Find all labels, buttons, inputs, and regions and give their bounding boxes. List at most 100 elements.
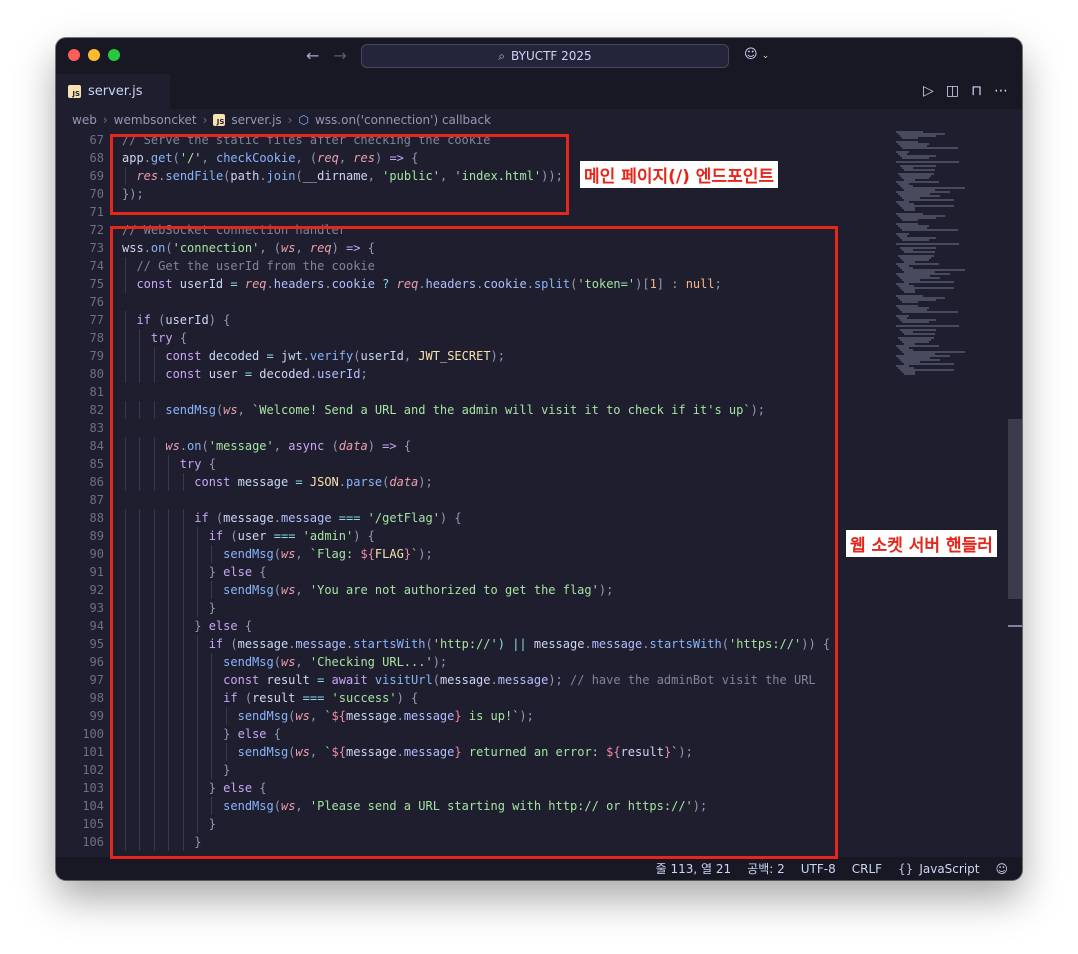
code-line[interactable]: }: [122, 833, 201, 851]
tab-server-js[interactable]: JS server.js: [56, 74, 170, 109]
code-line[interactable]: // WebSocket connection handler: [122, 221, 346, 239]
indent-guide: [153, 437, 155, 455]
code-token: message: [280, 511, 332, 525]
code-line[interactable]: ws.on('message', async (data) => {: [122, 437, 411, 455]
breadcrumb-folder-wembsoncket[interactable]: wembsoncket: [114, 113, 197, 127]
more-actions-icon[interactable]: ⋯: [994, 83, 1008, 99]
scrollbar-thumb[interactable]: [1008, 419, 1022, 599]
code-token: wss: [122, 241, 144, 255]
indent-guide: [125, 635, 126, 653]
code-editor[interactable]: 67 68 69 70 71 72 73 74 75 76 77 78 79 80 81 82 83 84 85 86…: [56, 131, 1022, 857]
code-token: }: [122, 835, 202, 849]
line-number: 97: [89, 673, 104, 687]
code-token: 'http://': [432, 637, 498, 651]
indent-guide: [139, 689, 141, 707]
code-token: ws: [165, 439, 180, 453]
code-line[interactable]: } else {: [122, 617, 252, 635]
minimize-window-button[interactable]: [88, 49, 100, 61]
cursor-position[interactable]: 줄 113, 열 21: [656, 860, 732, 877]
code-token: decoded: [201, 349, 267, 363]
code-line[interactable]: sendMsg(ws, `${message.message} is up!`)…: [122, 707, 534, 725]
back-arrow-icon[interactable]: ←: [306, 46, 319, 65]
code-line[interactable]: });: [122, 185, 144, 203]
code-token: 'public': [382, 169, 440, 183]
code-line[interactable]: }: [122, 761, 230, 779]
code-line[interactable]: } else {: [122, 779, 267, 797]
lock-icon[interactable]: ⊓: [971, 83, 982, 99]
forward-arrow-icon[interactable]: →: [333, 46, 346, 65]
code-line[interactable]: res.sendFile(path.join(__dirname, 'publi…: [122, 167, 562, 185]
code-token: get: [150, 151, 173, 165]
copilot-menu-button[interactable]: ☺ ⌄: [744, 47, 769, 62]
code-token: (: [223, 529, 238, 543]
code-line[interactable]: sendMsg(ws, `Welcome! Send a URL and the…: [122, 401, 765, 419]
indent-guide: [153, 671, 155, 689]
indent-guide: [225, 707, 227, 725]
code-token: );: [432, 655, 448, 669]
indentation-setting[interactable]: 공백: 2: [747, 860, 785, 877]
indent-guide: [182, 761, 184, 779]
breadcrumb-file[interactable]: server.js: [231, 113, 281, 127]
vertical-scrollbar[interactable]: [1008, 131, 1022, 857]
line-number: 89: [89, 529, 104, 543]
indent-guide: [139, 635, 141, 653]
code-line[interactable]: // Get the userId from the cookie: [122, 257, 374, 275]
code-token: , (: [295, 151, 318, 165]
code-line[interactable]: sendMsg(ws, 'Checking URL...');: [122, 653, 447, 671]
language-mode[interactable]: JavaScript: [919, 862, 979, 876]
code-line[interactable]: if (message.message === '/getFlag') {: [122, 509, 461, 527]
indent-guide: [168, 545, 170, 563]
line-number: 83: [89, 421, 104, 435]
code-token: message: [439, 673, 491, 687]
run-icon[interactable]: ▷: [923, 83, 934, 99]
line-number: 73: [89, 241, 104, 255]
code-token: ) {: [208, 313, 231, 327]
code-line[interactable]: sendMsg(ws, `${message.message} returned…: [122, 743, 693, 761]
indent-guide: [125, 257, 126, 275]
command-center-search[interactable]: ⌕ BYUCTF 2025: [361, 44, 729, 68]
code-token: ,: [338, 151, 354, 165]
indent-guide: [197, 797, 198, 815]
code-line[interactable]: wss.on('connection', (ws, req) => {: [122, 239, 375, 257]
code-line[interactable]: const userId = req.headers.cookie ? req.…: [122, 275, 721, 293]
code-line[interactable]: if (result === 'success') {: [122, 689, 418, 707]
code-token: });: [122, 187, 144, 201]
minimap-stroke: [902, 147, 958, 149]
copilot-status-icon[interactable]: ☺: [995, 862, 1008, 876]
breadcrumb-symbol[interactable]: wss.on('connection') callback: [315, 113, 491, 127]
code-line[interactable]: sendMsg(ws, 'Please send a URL starting …: [122, 797, 707, 815]
eol-setting[interactable]: CRLF: [852, 862, 882, 876]
minimap[interactable]: [894, 131, 1014, 391]
code-token: (: [324, 439, 339, 453]
code-line[interactable]: } else {: [122, 725, 281, 743]
code-line[interactable]: try {: [122, 329, 187, 347]
indent-guide: [211, 545, 213, 563]
code-line[interactable]: const decoded = jwt.verify(userId, JWT_S…: [122, 347, 505, 365]
encoding-setting[interactable]: UTF-8: [801, 862, 836, 876]
minimap-stroke: [904, 209, 915, 211]
code-line[interactable]: if (message.message.startsWith('http://'…: [122, 635, 830, 653]
code-line[interactable]: sendMsg(ws, 'You are not authorized to g…: [122, 581, 613, 599]
code-token: message: [497, 673, 549, 687]
indent-guide: [197, 671, 198, 689]
indent-guide: [211, 581, 213, 599]
code-line[interactable]: if (userId) {: [122, 311, 230, 329]
indent-guide: [182, 599, 184, 617]
maximize-window-button[interactable]: [108, 49, 120, 61]
code-line[interactable]: if (user === 'admin') {: [122, 527, 375, 545]
code-token: parse: [346, 475, 383, 489]
line-number: 104: [82, 799, 104, 813]
code-token: .: [179, 439, 188, 453]
split-editor-icon[interactable]: ◫: [946, 83, 959, 99]
code-line[interactable]: const user = decoded.userId;: [122, 365, 367, 383]
code-line[interactable]: } else {: [122, 563, 267, 581]
code-line[interactable]: const result = await visitUrl(message.me…: [122, 671, 816, 689]
close-window-button[interactable]: [68, 49, 80, 61]
breadcrumb-folder-web[interactable]: web: [72, 113, 97, 127]
code-token: JSON: [309, 475, 339, 489]
code-token: ,: [273, 439, 289, 453]
code-line[interactable]: app.get('/', checkCookie, (req, res) => …: [122, 149, 418, 167]
code-line[interactable]: // Serve the static files after checking…: [122, 131, 490, 149]
